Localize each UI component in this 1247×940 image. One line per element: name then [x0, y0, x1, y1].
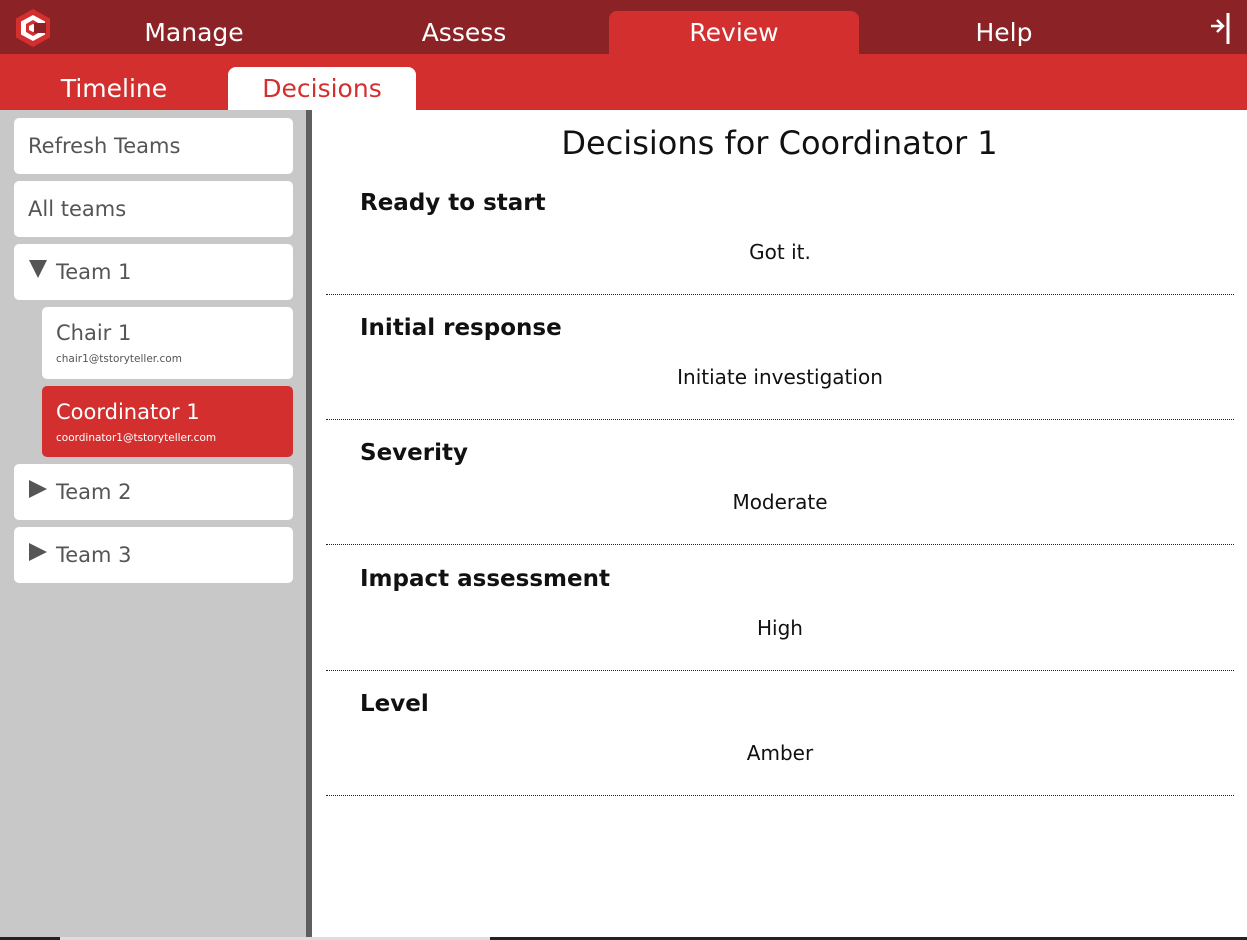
- member-name: Coordinator 1: [56, 400, 200, 424]
- refresh-teams-button[interactable]: Refresh Teams: [14, 118, 293, 174]
- decision-item: Ready to start Got it.: [326, 170, 1234, 295]
- decisions-panel: Decisions for Coordinator 1 Ready to sta…: [312, 110, 1247, 940]
- team-label: Team 2: [56, 480, 132, 504]
- decision-answer: Initiate investigation: [677, 365, 883, 389]
- member-email: coordinator1@tstoryteller.com: [56, 432, 217, 444]
- team-item-team-3[interactable]: Team 3: [14, 527, 293, 583]
- top-nav-bar: Manage Assess Review Help: [0, 0, 1247, 54]
- decision-question: Impact assessment: [360, 566, 610, 592]
- decision-item: Initial response Initiate investigation: [326, 295, 1234, 420]
- tab-review[interactable]: Review: [609, 11, 859, 54]
- all-teams-label: All teams: [28, 197, 127, 221]
- decision-question: Initial response: [360, 315, 562, 341]
- caret-right-icon: [29, 543, 47, 561]
- tab-decisions[interactable]: Decisions: [228, 67, 416, 110]
- tab-manage[interactable]: Manage: [80, 11, 308, 54]
- member-item-chair-1[interactable]: Chair 1 chair1@tstoryteller.com: [42, 307, 293, 379]
- tab-assess[interactable]: Assess: [350, 11, 578, 54]
- tab-help[interactable]: Help: [890, 11, 1118, 54]
- decision-question: Severity: [360, 440, 468, 466]
- decision-answer: Amber: [746, 741, 814, 765]
- team-item-team-2[interactable]: Team 2: [14, 464, 293, 520]
- caret-down-icon: [29, 260, 47, 278]
- all-teams-item[interactable]: All teams: [14, 181, 293, 237]
- decision-answer: High: [757, 616, 803, 640]
- page-title: Decisions for Coordinator 1: [561, 124, 998, 162]
- team-sidebar: Refresh Teams All teams Team 1 Chair 1 c…: [0, 110, 306, 940]
- decision-item: Level Amber: [326, 671, 1234, 796]
- decision-question: Ready to start: [360, 190, 546, 216]
- decision-item: Impact assessment High: [326, 546, 1234, 671]
- caret-right-icon: [29, 480, 47, 498]
- logout-icon[interactable]: [1205, 10, 1235, 46]
- refresh-teams-label: Refresh Teams: [28, 134, 181, 158]
- sub-nav-bar: Timeline Decisions: [0, 54, 1247, 110]
- team-label: Team 1: [56, 260, 132, 284]
- decision-question: Level: [360, 691, 429, 717]
- decision-item: Severity Moderate: [326, 420, 1234, 545]
- member-email: chair1@tstoryteller.com: [56, 353, 182, 365]
- decision-answer: Moderate: [732, 490, 828, 514]
- decision-answer: Got it.: [749, 240, 811, 264]
- team-label: Team 3: [56, 543, 132, 567]
- app-logo-icon[interactable]: [14, 8, 52, 48]
- member-item-coordinator-1[interactable]: Coordinator 1 coordinator1@tstoryteller.…: [42, 386, 293, 457]
- member-name: Chair 1: [56, 321, 132, 345]
- team-item-team-1[interactable]: Team 1: [14, 244, 293, 300]
- tab-timeline[interactable]: Timeline: [0, 67, 228, 110]
